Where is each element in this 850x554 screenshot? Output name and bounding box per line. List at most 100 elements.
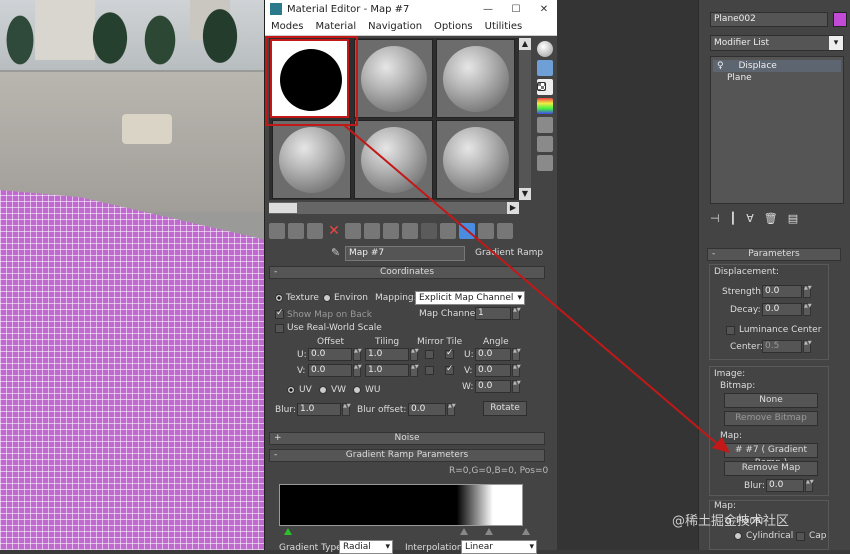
texture-radio[interactable] [275, 294, 283, 302]
make-preview-icon[interactable] [537, 117, 553, 133]
mapping-dropdown[interactable]: Explicit Map Channel [415, 291, 525, 305]
blur-offset-field[interactable]: 0.0 [408, 403, 446, 416]
luminance-center-checkbox[interactable] [726, 326, 735, 335]
get-material-icon[interactable] [269, 223, 285, 239]
make-unique-icon[interactable] [364, 223, 380, 239]
minimize-button[interactable]: — [474, 4, 502, 15]
sample-type-icon[interactable] [537, 41, 553, 57]
gradient-flag-start[interactable] [284, 528, 292, 535]
stack-item-displace[interactable]: ♀ Displace [713, 60, 841, 72]
map-channel-spinner[interactable]: ▲▼ [512, 307, 521, 320]
angle-w-spinner[interactable]: ▲▼ [512, 380, 521, 393]
scroll-up-icon[interactable]: ▲ [519, 38, 531, 50]
remove-bitmap-button[interactable]: Remove Bitmap [724, 411, 818, 426]
blur-field[interactable]: 1.0 [297, 403, 341, 416]
object-name-field[interactable]: Plane002 [710, 12, 828, 27]
tiling-u-spinner[interactable]: ▲▼ [410, 348, 419, 361]
background-icon[interactable] [537, 82, 546, 91]
blur-offset-spinner[interactable]: ▲▼ [447, 403, 456, 416]
make-unique-icon[interactable]: ∀ [746, 212, 754, 225]
scroll-right-icon[interactable]: ▶ [507, 202, 519, 214]
show-shaded-material-icon[interactable] [421, 223, 437, 239]
interpolation-dropdown[interactable]: Linear [461, 540, 537, 554]
map-channel-field[interactable]: 1 [475, 307, 511, 320]
configure-sets-icon[interactable]: ▤ [788, 212, 798, 225]
angle-w-field[interactable]: 0.0 [475, 380, 511, 393]
go-to-parent-icon[interactable] [459, 223, 475, 239]
video-color-check-icon[interactable] [537, 98, 553, 114]
show-end-result-icon[interactable]: ┃ [730, 212, 737, 225]
gradient-flag[interactable] [485, 528, 493, 535]
gradient-flag-end[interactable] [522, 528, 530, 535]
show-end-result-icon[interactable] [440, 223, 456, 239]
blur-spinner[interactable]: ▲▼ [805, 479, 814, 492]
map-name-field[interactable]: Map #7 [345, 245, 465, 261]
options-icon[interactable] [497, 223, 513, 239]
pin-stack-icon[interactable]: ⊣ [710, 212, 720, 225]
mirror-v-checkbox[interactable] [425, 366, 434, 375]
strength-spinner[interactable]: ▲▼ [803, 285, 812, 298]
vw-radio[interactable] [319, 386, 327, 394]
angle-u-field[interactable]: 0.0 [475, 348, 511, 361]
remove-map-button[interactable]: Remove Map [724, 461, 818, 476]
cylindrical-radio[interactable] [734, 532, 742, 540]
make-copy-icon[interactable] [345, 223, 361, 239]
angle-v-field[interactable]: 0.0 [475, 364, 511, 377]
center-field[interactable]: 0.5 [762, 340, 802, 353]
put-to-scene-icon[interactable] [288, 223, 304, 239]
scroll-down-icon[interactable]: ▼ [519, 188, 531, 200]
sample-slot[interactable] [354, 120, 433, 199]
noise-rollout-header[interactable]: + Noise [269, 432, 545, 445]
object-color-swatch[interactable] [833, 12, 847, 27]
menu-material[interactable]: Material [315, 21, 356, 32]
menu-options[interactable]: Options [434, 21, 473, 32]
backlight-icon[interactable] [537, 60, 553, 76]
gradient-ramp-rollout-header[interactable]: - Gradient Ramp Parameters [269, 449, 545, 462]
sample-slot[interactable] [436, 120, 515, 199]
angle-v-spinner[interactable]: ▲▼ [512, 364, 521, 377]
offset-u-field[interactable]: 0.0 [308, 348, 352, 361]
rotate-button[interactable]: Rotate [483, 401, 527, 416]
command-panel-tabs[interactable] [699, 0, 850, 8]
scroll-thumb[interactable] [269, 203, 297, 213]
sample-slot-active[interactable] [270, 39, 349, 118]
gradient-ramp-bar[interactable] [279, 484, 523, 526]
modifier-list-dropdown[interactable]: Modifier List [710, 35, 844, 51]
tiling-v-spinner[interactable]: ▲▼ [410, 364, 419, 377]
sample-slot[interactable] [436, 39, 515, 118]
bitmap-button[interactable]: None [724, 393, 818, 408]
angle-u-spinner[interactable]: ▲▼ [512, 348, 521, 361]
remove-modifier-icon[interactable]: 🗑 [764, 212, 778, 225]
menu-utilities[interactable]: Utilities [485, 21, 523, 32]
sample-slot[interactable] [354, 39, 433, 118]
offset-v-field[interactable]: 0.0 [308, 364, 352, 377]
select-by-material-icon[interactable] [537, 155, 553, 171]
blur-spinner[interactable]: ▲▼ [342, 403, 351, 416]
assign-to-selection-icon[interactable] [307, 223, 323, 239]
close-button[interactable]: ✕ [530, 4, 558, 15]
mirror-u-checkbox[interactable] [425, 350, 434, 359]
center-spinner[interactable]: ▲▼ [803, 340, 812, 353]
coordinates-rollout-header[interactable]: - Coordinates [269, 266, 545, 279]
strength-field[interactable]: 0.0 [762, 285, 802, 298]
environ-radio[interactable] [323, 294, 331, 302]
slots-horizontal-scrollbar[interactable]: ▶ [269, 202, 519, 214]
gradient-flag[interactable] [460, 528, 468, 535]
show-map-on-back-checkbox[interactable] [275, 308, 284, 319]
map-type-button[interactable]: Gradient Ramp [475, 248, 543, 258]
reset-map-icon[interactable]: ✕ [326, 223, 342, 239]
maximize-button[interactable]: ☐ [502, 4, 530, 15]
slots-vertical-scrollbar[interactable]: ▲ ▼ [519, 38, 531, 200]
offset-v-spinner[interactable]: ▲▼ [353, 364, 362, 377]
sample-slot[interactable] [272, 120, 351, 199]
go-forward-sibling-icon[interactable] [478, 223, 494, 239]
offset-u-spinner[interactable]: ▲▼ [353, 348, 362, 361]
material-id-channel-icon[interactable] [402, 223, 418, 239]
gradient-type-dropdown[interactable]: Radial [339, 540, 393, 554]
tile-u-checkbox[interactable] [445, 348, 454, 359]
blur-field[interactable]: 0.0 [766, 479, 804, 492]
decay-field[interactable]: 0.0 [762, 303, 802, 316]
tiling-v-field[interactable]: 1.0 [365, 364, 409, 377]
cap-checkbox[interactable] [796, 532, 805, 541]
map-button[interactable]: # #7 ( Gradient Ramp ) [724, 443, 818, 468]
